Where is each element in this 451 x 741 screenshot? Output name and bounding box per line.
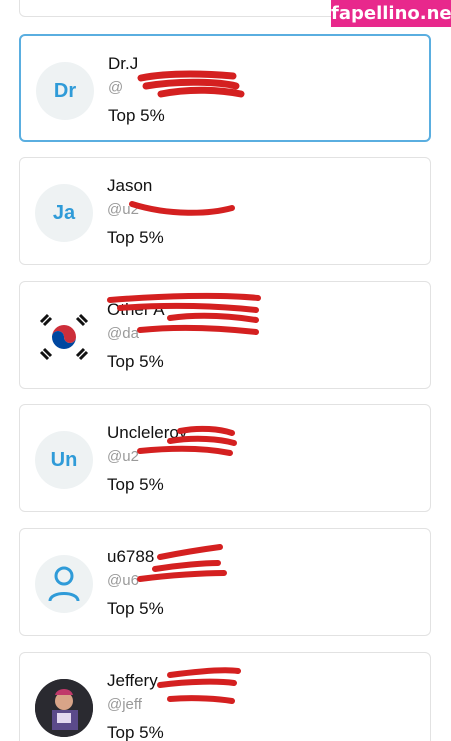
avatar-initials: Ja	[52, 201, 76, 224]
user-handle: @u6	[107, 572, 139, 589]
profile-photo	[35, 679, 93, 737]
user-name: Jeffery	[107, 671, 158, 690]
user-rank: Top 5%	[107, 723, 164, 741]
user-name: Other A	[107, 300, 165, 319]
avatar	[35, 308, 93, 366]
user-rank: Top 5%	[107, 599, 164, 618]
user-name: u6788	[107, 547, 155, 566]
user-name: Dr.J	[108, 54, 139, 73]
avatar-initials: Un	[50, 448, 78, 471]
user-card[interactable]: Dr Dr.J @ Top 5%	[19, 34, 431, 142]
user-rank: Top 5%	[107, 352, 164, 371]
person-icon	[48, 566, 80, 602]
korean-flag-icon	[35, 308, 93, 366]
user-card[interactable]: Jeffery @jeff Top 5%	[19, 652, 431, 741]
avatar: Ja	[35, 184, 93, 242]
user-rank: Top 5%	[107, 228, 164, 247]
avatar: Dr	[36, 62, 94, 120]
user-card[interactable]: Other A @da Top 5%	[19, 281, 431, 389]
avatar-initials: Dr	[53, 79, 77, 102]
user-name: Jason	[107, 176, 153, 195]
avatar	[35, 679, 93, 737]
user-name: Uncleleroy	[107, 423, 188, 442]
avatar: Un	[35, 431, 93, 489]
avatar	[35, 555, 93, 613]
user-handle: @u2	[107, 448, 139, 465]
user-handle: @jeff	[107, 696, 142, 713]
user-card[interactable]: Un Uncleleroy @u2 Top 5%	[19, 404, 431, 512]
user-card[interactable]: u6788 @u6 Top 5%	[19, 528, 431, 636]
user-handle: @da	[107, 325, 139, 342]
user-handle: @	[108, 79, 124, 96]
user-handle: @u2	[107, 201, 139, 218]
user-card[interactable]: Ja Jason @u2 Top 5%	[19, 157, 431, 265]
user-rank: Top 5%	[107, 475, 164, 494]
user-rank: Top 5%	[108, 106, 165, 125]
watermark: fapellino.net	[331, 0, 451, 27]
